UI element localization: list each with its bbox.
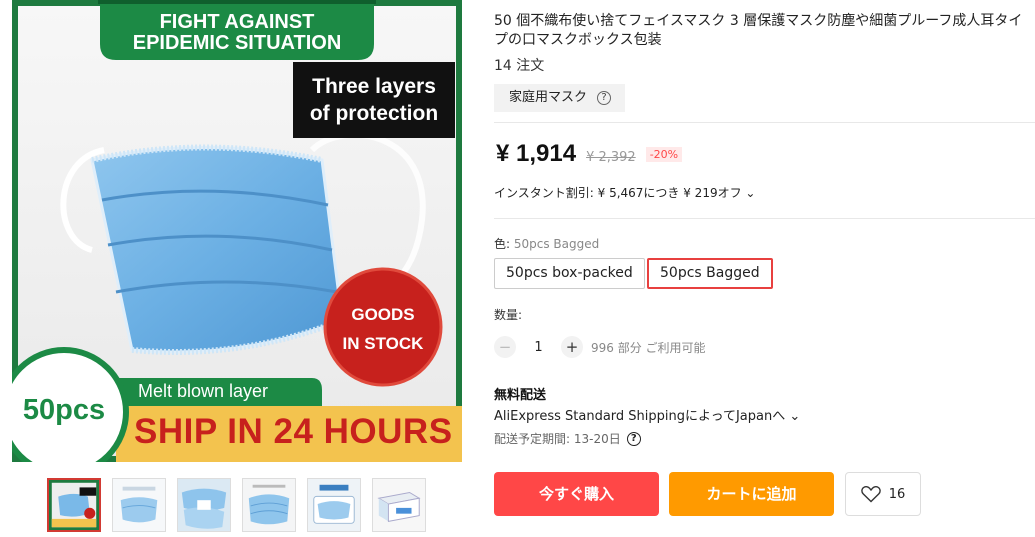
increase-button[interactable]: + <box>561 336 583 358</box>
thumbnail-3[interactable] <box>177 478 231 532</box>
melt-blown-text: Melt blown layer <box>138 381 269 401</box>
help-icon[interactable]: ? <box>626 431 641 446</box>
shipping-title: 無料配送 <box>494 388 547 403</box>
category-tag[interactable]: 家庭用マスク ? <box>494 84 626 112</box>
color-label: 色: 50pcs Bagged <box>494 237 600 251</box>
count-text: 50pcs <box>22 394 106 426</box>
quantity-stepper: − 1 + 996 部分 ご利用可能 <box>494 336 706 358</box>
delivery-estimate: 配送予定期間: 13-20日 ? <box>494 430 641 447</box>
banner-text: FIGHT AGAINST EPIDEMIC SITUATION <box>132 11 342 54</box>
available-stock: 996 部分 ご利用可能 <box>591 340 706 355</box>
main-product-image: FIGHT AGAINST EPIDEMIC SITUATION Three l… <box>12 0 462 462</box>
thumbnail-4[interactable] <box>242 478 296 532</box>
help-icon[interactable]: ? <box>597 91 612 105</box>
divider <box>494 218 1035 219</box>
goods-in-stock-text: GOODS IN STOCK <box>342 305 424 353</box>
instant-discount[interactable]: インスタント割引: ¥ 5,467につき ¥ 219オフ ⌄ <box>494 184 755 201</box>
thumbnail-1[interactable] <box>47 478 101 532</box>
thumbnail-strip <box>47 478 426 532</box>
color-option-bagged[interactable]: 50pcs Bagged <box>647 258 773 289</box>
product-title: 50 個不織布使い捨てフェイスマスク 3 層保護マスク防塵や細菌プルーフ成人耳タ… <box>494 13 1023 48</box>
quantity-label: 数量: <box>494 308 523 322</box>
add-to-cart-button[interactable]: カートに追加 <box>669 472 834 516</box>
thumbnail-6[interactable] <box>372 478 426 532</box>
order-count: 14 注文 <box>494 58 545 74</box>
delivery-estimate-text: 配送予定期間: 13-20日 <box>494 432 621 446</box>
thumbnail-5[interactable] <box>307 478 361 532</box>
buy-now-button[interactable]: 今すぐ購入 <box>494 472 659 516</box>
wishlist-count: 16 <box>888 486 906 502</box>
current-price: ¥ 1,914 <box>496 140 577 167</box>
price-row: ¥ 1,914 ¥ 2,392 -20% <box>496 140 683 168</box>
ship-24h-text: SHIP IN 24 HOURS <box>134 412 453 451</box>
shipping-method[interactable]: AliExpress Standard ShippingによってJapanへ ⌄ <box>494 405 800 424</box>
wishlist-button[interactable]: 16 <box>845 472 921 516</box>
divider <box>494 122 1035 123</box>
original-price: ¥ 2,392 <box>586 150 636 165</box>
selected-color: 50pcs Bagged <box>513 237 600 251</box>
category-tag-label: 家庭用マスク <box>509 90 588 105</box>
color-option-box-packed[interactable]: 50pcs box-packed <box>494 258 645 289</box>
discount-badge: -20% <box>645 147 683 162</box>
heart-icon <box>860 485 881 503</box>
quantity-value[interactable]: 1 <box>516 340 561 355</box>
three-layers-text: Three layers of protection <box>309 75 439 125</box>
decrease-button[interactable]: − <box>494 336 516 358</box>
thumbnail-2[interactable] <box>112 478 166 532</box>
